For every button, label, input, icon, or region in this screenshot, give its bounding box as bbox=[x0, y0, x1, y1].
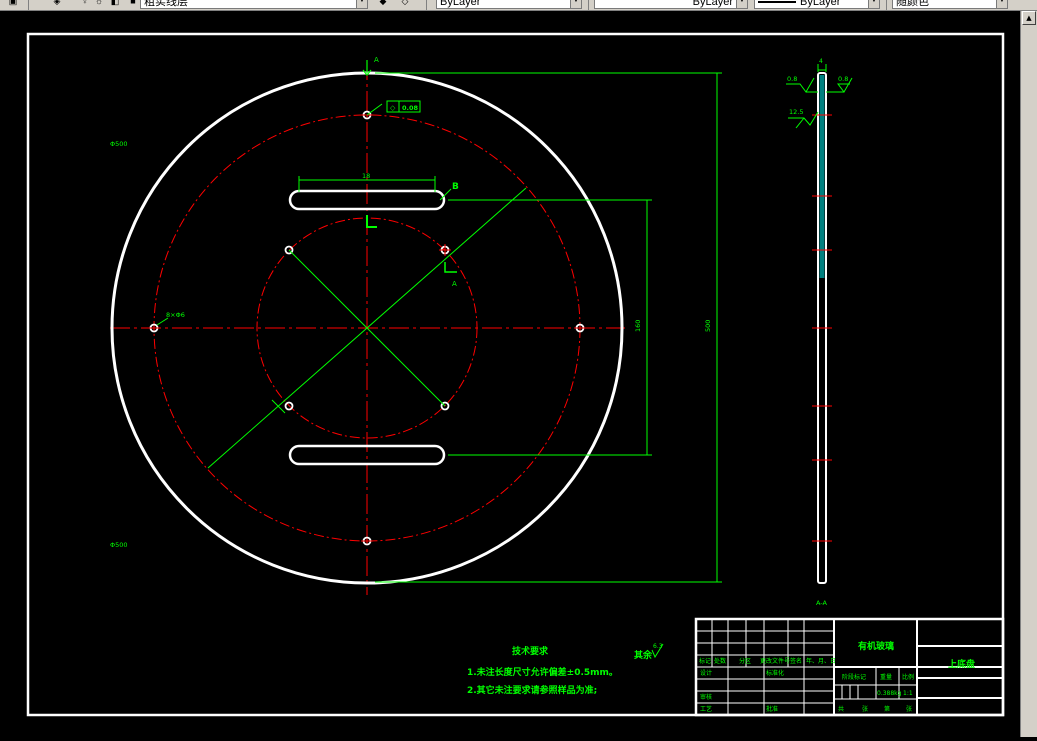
weight-value: 0.388kg bbox=[877, 690, 902, 697]
lineweight-swatch bbox=[758, 1, 796, 4]
color-dropdown[interactable]: ByLayer ▼ bbox=[436, 0, 582, 9]
section-letter-right: A bbox=[452, 280, 457, 288]
label-designer: 设计 bbox=[700, 669, 712, 677]
notes-line-1: 1.未注长度尺寸允许偏差±0.5mm。 bbox=[467, 666, 618, 678]
lineweight-dropdown[interactable]: ByLayer ▼ bbox=[754, 0, 880, 9]
revision-grid bbox=[696, 619, 835, 715]
layer-previous-icon[interactable]: ◇ bbox=[398, 0, 412, 9]
label-weight: 重量 bbox=[880, 673, 892, 681]
make-current-layer-icon[interactable]: ◆ bbox=[376, 0, 390, 9]
remaining-roughness-label: 其余 bbox=[634, 649, 653, 661]
label-standardization: 标准化 bbox=[766, 669, 784, 677]
plan-view: A A ◇ 0.08 18 B 160 500 Φ500 Φ500 8×Φ6 bbox=[110, 56, 722, 595]
toolbar-separator bbox=[28, 0, 29, 10]
toolbar-separator bbox=[588, 0, 589, 10]
remaining-roughness-value: 6.3 bbox=[653, 643, 663, 650]
chevron-down-icon: ▼ bbox=[996, 0, 1007, 8]
vertical-scrollbar[interactable]: ▲ bbox=[1020, 11, 1037, 737]
scale-value: 1:1 bbox=[903, 690, 913, 697]
flatness-callout: ◇ 0.08 bbox=[366, 100, 421, 116]
label-sheets: 张 bbox=[862, 705, 868, 713]
layer-on-icon[interactable]: ♀ bbox=[78, 0, 92, 9]
chevron-down-icon: ▼ bbox=[570, 0, 581, 8]
title-grid bbox=[834, 619, 1003, 715]
technical-notes: 技术要求 1.未注长度尺寸允许偏差±0.5mm。 2.其它未注要求请参照样品为准… bbox=[467, 643, 664, 696]
flatness-symbol: ◇ bbox=[390, 104, 396, 112]
layer-color-icon[interactable]: ■ bbox=[126, 0, 140, 9]
roughness-top-right: 0.8 bbox=[838, 75, 848, 83]
diameter-label-top: Φ500 bbox=[110, 140, 128, 148]
toolbar-separator bbox=[886, 0, 887, 10]
section-view: 4 0.8 0.8 12.5 A-A bbox=[786, 58, 853, 607]
chevron-down-icon: ▼ bbox=[356, 0, 367, 8]
drawing-svg: A A ◇ 0.08 18 B 160 500 Φ500 Φ500 8×Φ6 4… bbox=[26, 32, 1005, 717]
thickness-text: 4 bbox=[819, 58, 823, 65]
overall-height-text: 500 bbox=[704, 320, 712, 332]
linetype-value: ByLayer bbox=[692, 0, 733, 8]
chevron-down-icon: ▼ bbox=[868, 0, 879, 8]
notes-line-2: 2.其它未注要求请参照样品为准; bbox=[467, 684, 597, 696]
material-name: 有机玻璃 bbox=[858, 640, 894, 652]
drawing-canvas[interactable]: A A ◇ 0.08 18 B 160 500 Φ500 Φ500 8×Φ6 4… bbox=[0, 11, 1020, 737]
label-signature: 签名 bbox=[790, 657, 802, 665]
label-sheets-total: 共 bbox=[838, 705, 844, 713]
label-approve: 批准 bbox=[766, 705, 778, 713]
roughness-top-left: 0.8 bbox=[787, 75, 797, 83]
section-view-label: A-A bbox=[816, 599, 828, 607]
layer-manager-icon[interactable]: ▣ bbox=[6, 0, 20, 9]
roughness-side: 12.5 bbox=[789, 108, 803, 116]
section-letter-top: A bbox=[374, 56, 379, 64]
lineweight-value: ByLayer bbox=[800, 0, 841, 8]
layer-states-icon[interactable]: ◈ bbox=[50, 0, 64, 9]
plotstyle-dropdown[interactable]: 随颜色 ▼ bbox=[892, 0, 1008, 9]
notes-heading: 技术要求 bbox=[512, 645, 549, 657]
label-count: 处数 bbox=[714, 657, 726, 665]
label-process: 工艺 bbox=[700, 705, 712, 713]
plotstyle-value: 随颜色 bbox=[896, 0, 929, 8]
section-hatch bbox=[819, 75, 825, 278]
linetype-dropdown[interactable]: ByLayer ▼ bbox=[594, 0, 748, 9]
label-sheet: 张 bbox=[906, 705, 912, 713]
diameter-label-bottom: Φ500 bbox=[110, 541, 128, 549]
datum-corner-mark bbox=[366, 215, 377, 228]
toolbar-separator bbox=[426, 0, 427, 10]
color-value: ByLayer bbox=[440, 0, 481, 8]
hole-label-leader bbox=[156, 317, 169, 326]
drawing-border bbox=[26, 32, 1005, 717]
slot-width-text: 18 bbox=[362, 172, 370, 180]
thickness-dimension bbox=[817, 64, 827, 72]
layer-freeze-icon[interactable]: ☼ bbox=[92, 0, 106, 9]
layer-lock-icon[interactable]: ◧ bbox=[108, 0, 122, 9]
properties-toolbar: ▣ ◈ ♀ ☼ ◧ ■ 粗实线层 ▼ ◆ ◇ ByLayer ▼ ByLayer… bbox=[0, 0, 1037, 11]
part-name: 上底盘 bbox=[948, 658, 975, 670]
scroll-up-icon[interactable]: ▲ bbox=[1022, 11, 1036, 25]
layer-dropdown[interactable]: 粗实线层 ▼ bbox=[140, 0, 368, 9]
label-stage-mark: 阶段标记 bbox=[842, 673, 866, 681]
slot-callout-letter: B bbox=[452, 182, 459, 192]
chevron-down-icon: ▼ bbox=[736, 0, 747, 8]
section-mark-right bbox=[444, 262, 457, 273]
label-checker: 审核 bbox=[700, 693, 712, 701]
label-change-doc: 更改文件号 bbox=[760, 657, 790, 665]
title-block: 标记 处数 分区 更改文件号 签名 年、月、日 设计 标准化 审核 工艺 批准 … bbox=[694, 617, 1005, 717]
hole-count-label: 8×Φ6 bbox=[166, 311, 185, 319]
layer-name: 粗实线层 bbox=[144, 0, 188, 8]
label-mark: 标记 bbox=[699, 657, 711, 665]
flatness-value: 0.08 bbox=[402, 104, 419, 112]
label-sheet-of: 第 bbox=[884, 705, 890, 713]
label-date: 年、月、日 bbox=[806, 657, 836, 665]
label-zone: 分区 bbox=[739, 657, 751, 665]
slot-spacing-text: 160 bbox=[634, 320, 642, 332]
label-scale: 比例 bbox=[902, 673, 914, 681]
